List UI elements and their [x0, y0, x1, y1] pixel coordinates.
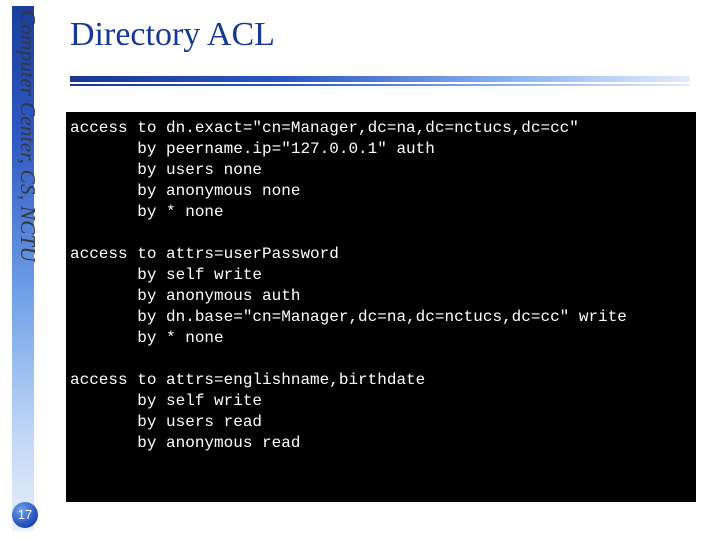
underline-bar-thick — [70, 76, 690, 82]
page-number-badge: 17 — [12, 502, 38, 528]
underline-bar-thin — [70, 84, 690, 86]
slide: Computer Center, CS, NCTU Directory ACL … — [0, 0, 720, 540]
sidebar: Computer Center, CS, NCTU — [6, 6, 46, 531]
title-underline — [70, 76, 690, 90]
acl-code-block: access to dn.exact="cn=Manager,dc=na,dc=… — [66, 112, 696, 502]
sidebar-org-text: Computer Center, CS, NCTU — [15, 10, 40, 535]
page-title: Directory ACL — [70, 16, 275, 54]
